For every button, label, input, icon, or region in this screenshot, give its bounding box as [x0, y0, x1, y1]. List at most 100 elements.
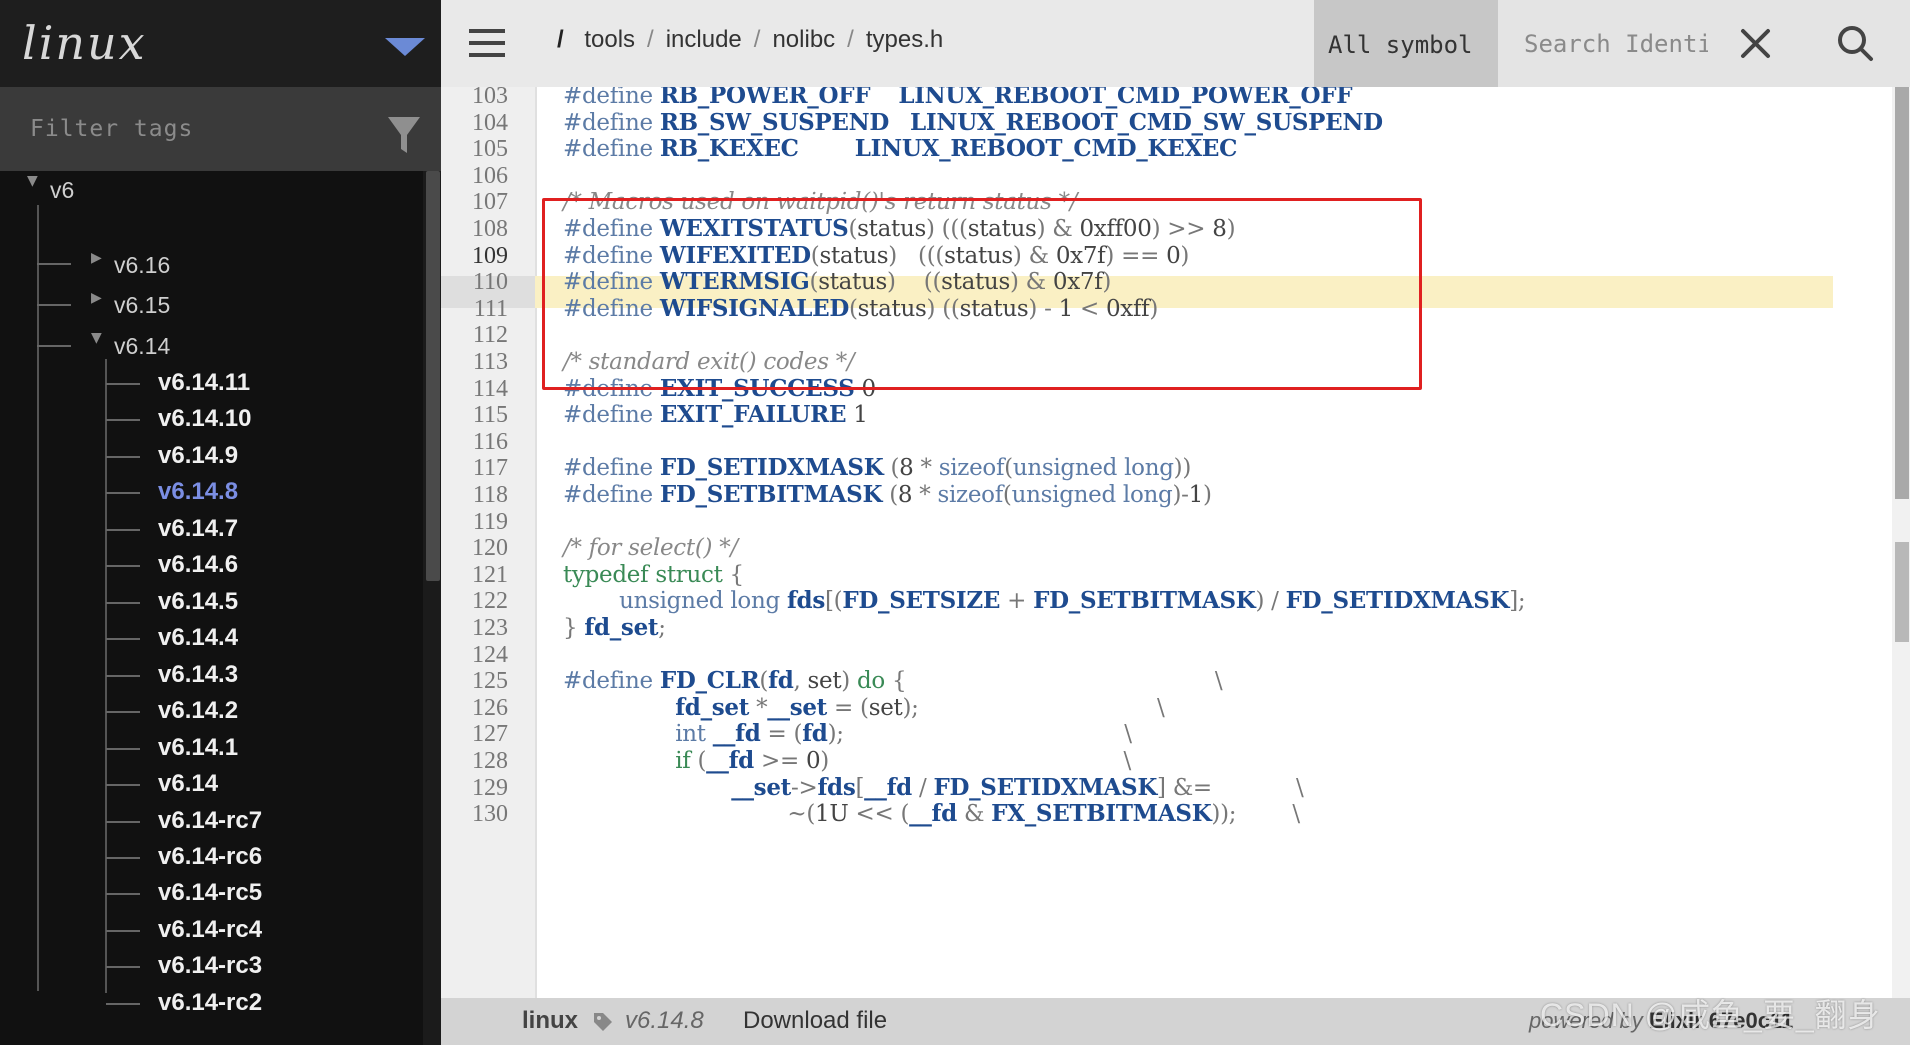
download-file-link[interactable]: Download file [743, 1007, 887, 1035]
breadcrumb-item-types-h: types.h [865, 26, 944, 53]
tree-line [106, 711, 140, 713]
tag-item-v6-14[interactable]: v6.14 [106, 767, 406, 801]
tree-group-v6-16[interactable]: v6.16 [114, 250, 170, 280]
breadcrumb-separator: / [753, 26, 761, 53]
tag-item-v6-14-rc5[interactable]: v6.14-rc5 [106, 876, 406, 910]
tree-line [106, 1003, 140, 1005]
sidebar: linux ▼ v6 ▶ v6.16 ▶ v6.15 ▼ v6.14 v6.14… [0, 0, 441, 1045]
tree-line [106, 602, 140, 604]
close-search-button[interactable] [1708, 0, 1803, 87]
tag-label-active: v6.14.8 [158, 478, 239, 505]
tree-root-v6[interactable]: v6 [50, 175, 74, 205]
tree-line [106, 966, 140, 968]
project-name: linux [22, 16, 147, 70]
tree-line [106, 893, 140, 895]
tree-line [106, 638, 140, 640]
tag-label: v6.14.2 [158, 697, 239, 724]
tree-line [106, 784, 140, 786]
tag-label: v6.14.1 [158, 734, 239, 761]
tree-group-v6-14[interactable]: v6.14 [114, 331, 170, 361]
tree-line [37, 304, 71, 306]
tag-item-v6-14-7[interactable]: v6.14.7 [106, 512, 406, 546]
tag-label: v6.14.6 [158, 551, 239, 578]
tag-label: v6.14.9 [158, 442, 239, 469]
breadcrumb-item-tools[interactable]: tools [584, 26, 635, 53]
tag-label: v6.14-rc5 [158, 879, 263, 906]
tag-label: v6.14-rc6 [158, 843, 263, 870]
collapsed-triangle-icon[interactable]: ▶ [91, 250, 102, 266]
tag-item-v6-14-rc3[interactable]: v6.14-rc3 [106, 949, 406, 983]
tag-label: v6.14.10 [158, 405, 252, 432]
hamburger-icon [469, 29, 505, 33]
tree-line [106, 675, 140, 677]
annotation-box [542, 198, 1422, 390]
code-scrollbar-thumb[interactable] [1895, 87, 1909, 499]
tree-group-v6-15[interactable]: v6.15 [114, 290, 170, 320]
tag-item-v6-14-rc4[interactable]: v6.14-rc4 [106, 913, 406, 947]
tree-line [106, 419, 140, 421]
breadcrumb-item-include[interactable]: include [666, 26, 742, 53]
tag-item-v6-14-1[interactable]: v6.14.1 [106, 731, 406, 765]
symbol-type-select[interactable]: All symbol [1314, 0, 1498, 87]
tag-item-v6-14-9[interactable]: v6.14.9 [106, 439, 406, 473]
line-number[interactable]: 130 [441, 798, 508, 830]
tag-label: v6.14.7 [158, 515, 239, 542]
tag-label: v6.14-rc4 [158, 916, 263, 943]
tag-item-v6-14-2[interactable]: v6.14.2 [106, 694, 406, 728]
sidebar-scrollbar-thumb[interactable] [426, 171, 440, 581]
filter-tags-input[interactable] [0, 87, 370, 171]
tree-line [37, 205, 39, 991]
tree-line [106, 857, 140, 859]
tree-line [37, 345, 71, 347]
expand-triangle-icon[interactable]: ▼ [91, 330, 102, 346]
tree-line [106, 748, 140, 750]
tag-item-v6-14-10[interactable]: v6.14.10 [106, 402, 406, 436]
tag-item-v6-14-5[interactable]: v6.14.5 [106, 585, 406, 619]
breadcrumb: / tools / include / nolibc / types.h [557, 26, 943, 54]
breadcrumb-root[interactable]: / [557, 26, 564, 53]
tree-line [106, 456, 140, 458]
tree-line [37, 263, 71, 265]
filter-icon [388, 117, 420, 153]
tree-line [106, 930, 140, 932]
tag-label: v6.14.5 [158, 588, 239, 615]
tag-label: v6.14-rc3 [158, 952, 263, 979]
tag-label: v6.14 [158, 770, 219, 797]
tag-item-v6-14-6[interactable]: v6.14.6 [106, 548, 406, 582]
footer-version: v6.14.8 [625, 1007, 704, 1034]
tag-label: v6.14-rc2 [158, 989, 263, 1016]
close-icon [1741, 29, 1770, 58]
tag-item-v6-14-rc7[interactable]: v6.14-rc7 [106, 804, 406, 838]
code-line: 130 ~(1U << (__fd & FX_SETBITMASK)); \ [441, 798, 1892, 830]
search-button[interactable] [1803, 0, 1910, 87]
hamburger-icon [469, 53, 505, 57]
tag-label: v6.14.3 [158, 661, 239, 688]
tag-item-v6-14-4[interactable]: v6.14.4 [106, 621, 406, 655]
tag-item-v6-14-8[interactable]: v6.14.8 [106, 475, 406, 509]
tag-item-v6-14-rc2[interactable]: v6.14-rc2 [106, 986, 406, 1020]
breadcrumb-separator: / [647, 26, 654, 53]
tag-item-v6-14-rc6[interactable]: v6.14-rc6 [106, 840, 406, 874]
breadcrumb-separator: / [847, 26, 854, 53]
filter-bar [0, 87, 441, 171]
search-icon [1838, 26, 1873, 61]
tag-icon [594, 1013, 612, 1031]
tree-line [106, 383, 140, 385]
code-scrollbar-marker [1895, 542, 1909, 642]
menu-button[interactable] [469, 28, 505, 58]
tag-item-v6-14-3[interactable]: v6.14.3 [106, 658, 406, 692]
top-bar: / tools / include / nolibc / types.h All symbo… [441, 0, 1910, 87]
project-selector[interactable]: linux [0, 0, 441, 87]
tag-item-v6-14-11[interactable]: v6.14.11 [106, 366, 406, 400]
chevron-down-icon[interactable] [385, 38, 425, 56]
collapsed-triangle-icon[interactable]: ▶ [91, 290, 102, 306]
hamburger-icon [469, 41, 505, 45]
tree-line [106, 565, 140, 567]
tag-label: v6.14-rc7 [158, 807, 263, 834]
expand-triangle-icon[interactable]: ▼ [27, 173, 38, 189]
tag-label: v6.14.11 [158, 369, 251, 396]
tag-label: v6.14.4 [158, 624, 239, 651]
search-identifier-input[interactable] [1498, 0, 1708, 87]
breadcrumb-item-nolibc[interactable]: nolibc [772, 26, 835, 53]
tree-line [106, 529, 140, 531]
